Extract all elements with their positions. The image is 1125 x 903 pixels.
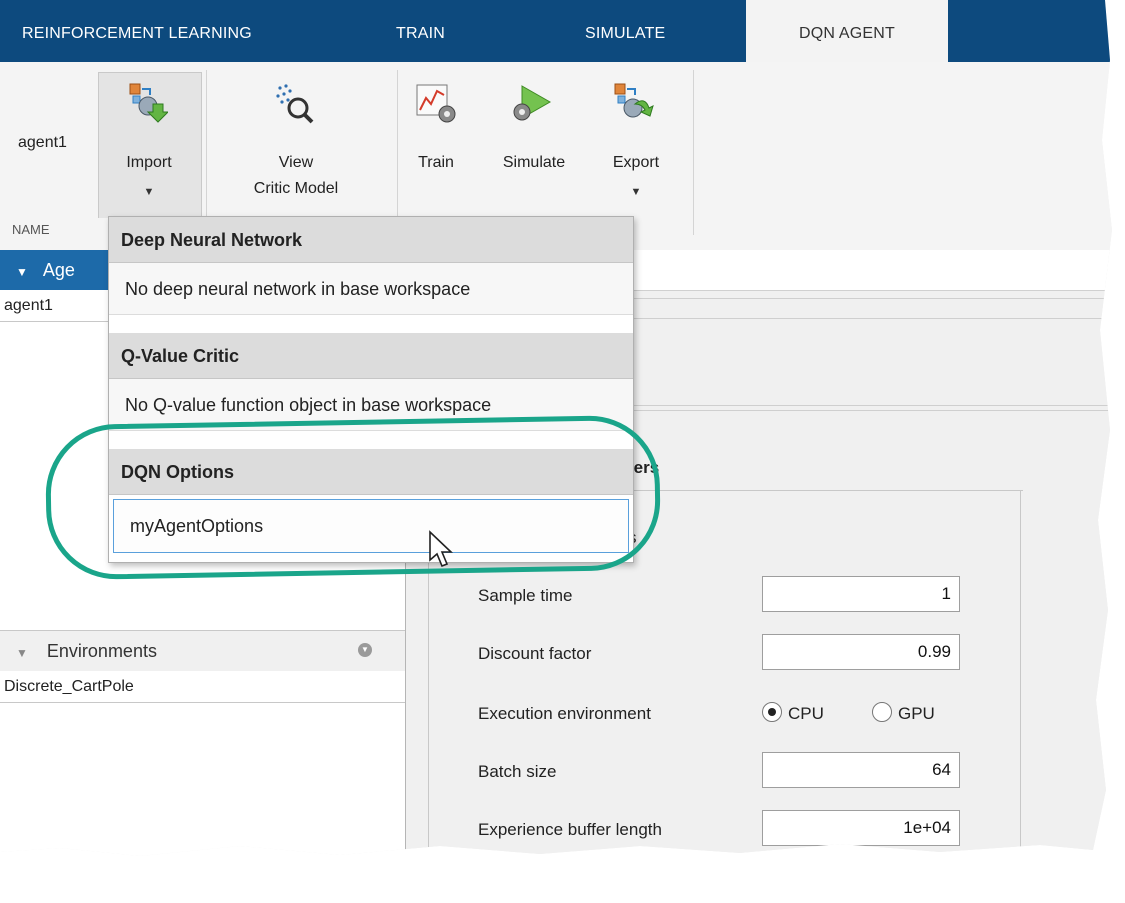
sample-time-label: Sample time <box>478 586 573 605</box>
simulate-label: Simulate <box>502 154 566 171</box>
environment-list-item[interactable]: Discrete_CartPole <box>0 671 405 703</box>
execution-environment-label: Execution environment <box>478 704 651 723</box>
export-label: Export <box>612 154 660 171</box>
mouse-cursor-icon <box>428 530 458 570</box>
menu-header-deep-neural-network: Deep Neural Network <box>109 217 633 263</box>
annotation-highlight-ellipse <box>44 414 662 581</box>
view-critic-label-line2: Critic Model <box>253 180 339 197</box>
tab-bar: REINFORCEMENT LEARNING TRAIN SIMULATE DQ… <box>0 0 1112 62</box>
environments-header-label: Environments <box>46 641 157 661</box>
panel-options-icon[interactable]: ▼ <box>358 643 372 657</box>
import-icon <box>128 82 170 124</box>
discount-factor-label: Discount factor <box>478 644 592 663</box>
gpu-radio[interactable] <box>872 702 892 722</box>
sample-time-input[interactable]: 1 <box>762 576 960 612</box>
agent-name-label: agent1 <box>18 134 67 151</box>
cpu-radio-label: CPU <box>788 704 824 723</box>
train-label: Train <box>418 154 454 171</box>
agents-header-label: Age <box>42 260 75 280</box>
environments-panel-header[interactable]: ▼ Environments ▼ <box>0 630 405 672</box>
batch-size-input[interactable]: 64 <box>762 752 960 788</box>
import-label: Import <box>126 154 172 171</box>
tab-simulate[interactable]: SIMULATE <box>585 0 665 62</box>
gpu-radio-label: GPU <box>898 704 935 723</box>
section-name-label: NAME <box>12 222 50 237</box>
simulate-icon[interactable] <box>510 82 554 124</box>
experience-buffer-length-label: Experience buffer length <box>478 820 662 839</box>
experience-buffer-length-input[interactable]: 1e+04 <box>762 810 960 846</box>
separator <box>693 70 694 235</box>
tab-dqn-agent[interactable]: DQN AGENT <box>746 0 948 62</box>
train-icon[interactable] <box>415 82 457 124</box>
batch-size-label: Batch size <box>478 762 557 781</box>
separator <box>206 70 207 235</box>
export-dropdown-icon[interactable]: ▼ <box>596 182 676 203</box>
separator <box>397 70 398 235</box>
menu-item-no-deep-neural-network: No deep neural network in base workspace <box>109 263 633 315</box>
cpu-radio[interactable] <box>762 702 782 722</box>
params-right-border <box>1020 490 1021 850</box>
menu-header-q-value-critic: Q-Value Critic <box>109 333 633 379</box>
tab-reinforcement-learning[interactable]: REINFORCEMENT LEARNING <box>22 0 252 62</box>
discount-factor-input[interactable]: 0.99 <box>762 634 960 670</box>
export-icon[interactable] <box>613 82 655 124</box>
collapse-icon[interactable]: ▼ <box>16 265 28 279</box>
view-critic-label-line1: View <box>278 154 314 171</box>
view-critic-icon[interactable] <box>274 82 314 124</box>
tab-train[interactable]: TRAIN <box>396 0 445 62</box>
import-dropdown-icon: ▼ <box>143 186 155 198</box>
collapse-icon[interactable]: ▼ <box>16 646 28 660</box>
